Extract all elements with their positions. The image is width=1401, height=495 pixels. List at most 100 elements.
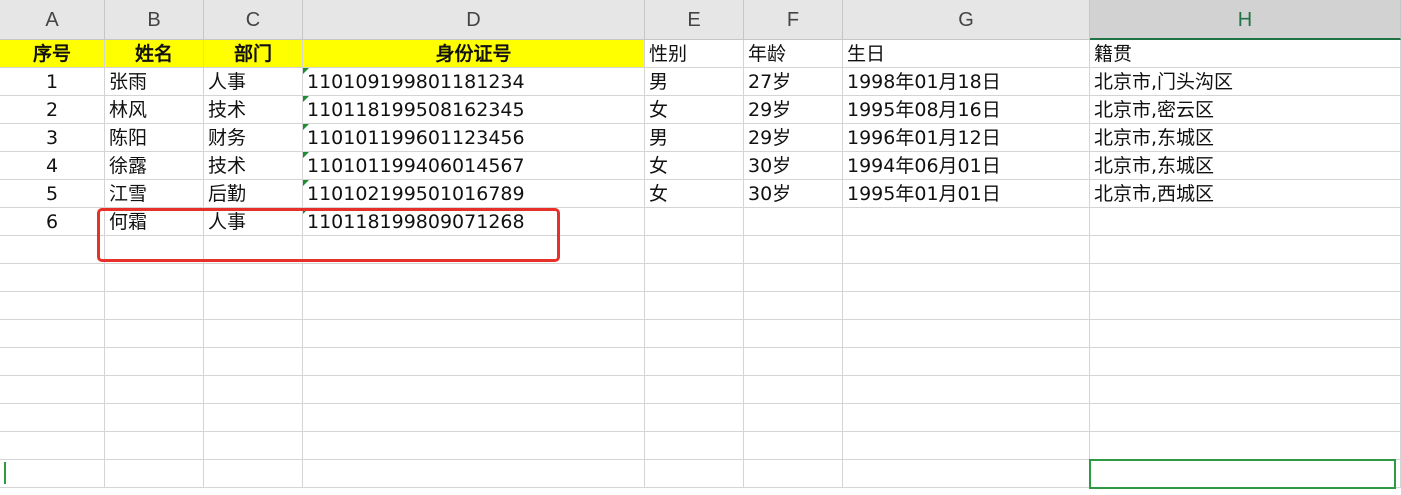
cell[interactable]: 30岁	[744, 180, 843, 208]
cell[interactable]	[204, 264, 303, 292]
cell[interactable]: 110118199508162345	[303, 96, 645, 124]
cell[interactable]	[645, 404, 744, 432]
cell[interactable]: 2	[0, 96, 105, 124]
cell[interactable]	[1090, 376, 1401, 404]
cell[interactable]	[843, 208, 1090, 236]
cell[interactable]	[0, 376, 105, 404]
cell[interactable]	[744, 348, 843, 376]
column-header-e[interactable]: E	[645, 0, 744, 40]
cell[interactable]	[645, 264, 744, 292]
cell[interactable]	[105, 320, 204, 348]
cell[interactable]	[0, 348, 105, 376]
cell[interactable]: 3	[0, 124, 105, 152]
cell[interactable]	[303, 404, 645, 432]
cell[interactable]: 北京市,密云区	[1090, 96, 1401, 124]
cell[interactable]: 后勤	[204, 180, 303, 208]
cell[interactable]	[645, 376, 744, 404]
cell[interactable]: 技术	[204, 152, 303, 180]
cell[interactable]: 陈阳	[105, 124, 204, 152]
cell[interactable]	[744, 208, 843, 236]
cell[interactable]	[843, 236, 1090, 264]
cell[interactable]: 29岁	[744, 124, 843, 152]
cell[interactable]	[204, 404, 303, 432]
header-cell-birthday[interactable]: 生日	[843, 40, 1090, 68]
cell[interactable]	[204, 460, 303, 488]
cell[interactable]: 技术	[204, 96, 303, 124]
column-header-h[interactable]: H	[1090, 0, 1401, 40]
cell[interactable]	[645, 292, 744, 320]
cell[interactable]	[645, 348, 744, 376]
cell[interactable]	[843, 292, 1090, 320]
cell[interactable]: 1	[0, 68, 105, 96]
cell[interactable]	[1090, 320, 1401, 348]
cell[interactable]: 1995年08月16日	[843, 96, 1090, 124]
cell[interactable]: 27岁	[744, 68, 843, 96]
cell[interactable]	[645, 320, 744, 348]
column-header-b[interactable]: B	[105, 0, 204, 40]
cell[interactable]	[843, 432, 1090, 460]
column-header-g[interactable]: G	[843, 0, 1090, 40]
cell[interactable]	[1090, 292, 1401, 320]
cell[interactable]	[204, 292, 303, 320]
cell[interactable]	[744, 376, 843, 404]
active-cell-selection[interactable]	[1089, 459, 1396, 489]
cell[interactable]: 女	[645, 180, 744, 208]
header-cell-index[interactable]: 序号	[0, 40, 105, 68]
cell[interactable]	[0, 460, 105, 488]
cell[interactable]	[204, 432, 303, 460]
cell[interactable]	[0, 432, 105, 460]
cell[interactable]	[303, 376, 645, 404]
cell[interactable]	[0, 264, 105, 292]
cell[interactable]	[303, 292, 645, 320]
cell[interactable]	[105, 348, 204, 376]
cell[interactable]: 110102199501016789	[303, 180, 645, 208]
cell[interactable]: 北京市,东城区	[1090, 124, 1401, 152]
cell[interactable]	[1090, 264, 1401, 292]
cell[interactable]: 女	[645, 96, 744, 124]
column-header-d[interactable]: D	[303, 0, 645, 40]
cell[interactable]	[1090, 432, 1401, 460]
cell[interactable]	[204, 376, 303, 404]
header-cell-gender[interactable]: 性别	[645, 40, 744, 68]
column-header-f[interactable]: F	[744, 0, 843, 40]
cell[interactable]: 北京市,门头沟区	[1090, 68, 1401, 96]
cell[interactable]: 张雨	[105, 68, 204, 96]
cell[interactable]: 29岁	[744, 96, 843, 124]
header-cell-dept[interactable]: 部门	[204, 40, 303, 68]
cell[interactable]	[105, 432, 204, 460]
cell[interactable]	[303, 320, 645, 348]
column-header-a[interactable]: A	[0, 0, 105, 40]
cell[interactable]	[645, 208, 744, 236]
cell[interactable]	[843, 264, 1090, 292]
cell[interactable]	[0, 404, 105, 432]
cell[interactable]	[0, 320, 105, 348]
cell[interactable]: 1995年01月01日	[843, 180, 1090, 208]
cell[interactable]: 北京市,西城区	[1090, 180, 1401, 208]
cell[interactable]	[105, 264, 204, 292]
cell[interactable]: 1996年01月12日	[843, 124, 1090, 152]
cell[interactable]	[744, 292, 843, 320]
cell[interactable]	[105, 404, 204, 432]
cell[interactable]	[645, 236, 744, 264]
column-header-c[interactable]: C	[204, 0, 303, 40]
cell[interactable]	[843, 320, 1090, 348]
header-cell-age[interactable]: 年龄	[744, 40, 843, 68]
cell[interactable]: 财务	[204, 124, 303, 152]
cell[interactable]: 女	[645, 152, 744, 180]
cell[interactable]	[744, 404, 843, 432]
cell[interactable]	[843, 376, 1090, 404]
cell[interactable]	[303, 460, 645, 488]
cell[interactable]	[843, 348, 1090, 376]
cell[interactable]: 北京市,东城区	[1090, 152, 1401, 180]
cell[interactable]	[105, 460, 204, 488]
cell[interactable]: 男	[645, 124, 744, 152]
cell[interactable]: 110101199601123456	[303, 124, 645, 152]
cell[interactable]	[303, 264, 645, 292]
cell[interactable]	[303, 432, 645, 460]
cell[interactable]	[1090, 348, 1401, 376]
cell[interactable]: 6	[0, 208, 105, 236]
cell[interactable]: 110101199406014567	[303, 152, 645, 180]
cell[interactable]: 徐露	[105, 152, 204, 180]
header-cell-id[interactable]: 身份证号	[303, 40, 645, 68]
cell[interactable]: 4	[0, 152, 105, 180]
